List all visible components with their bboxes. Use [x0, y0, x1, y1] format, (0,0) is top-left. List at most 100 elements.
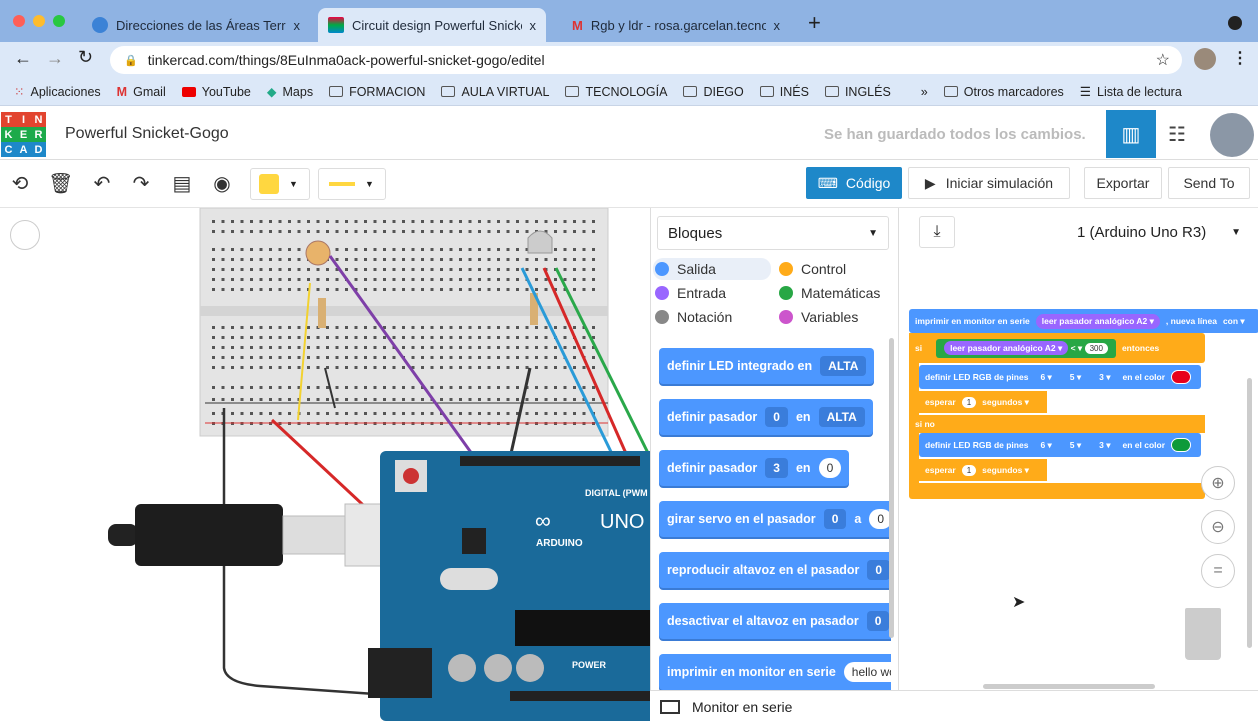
- menu-icon[interactable]: ⋮: [1232, 48, 1248, 68]
- folder-icon: [759, 86, 774, 97]
- trash-icon[interactable]: [1185, 608, 1221, 660]
- reset-zoom-button[interactable]: =: [1201, 554, 1235, 588]
- code-workspace[interactable]: ⤓ 1 (Arduino Uno R3) ▼ imprimir en monito…: [898, 208, 1258, 696]
- close-tab-icon[interactable]: x: [294, 18, 301, 33]
- category-control[interactable]: Control: [779, 261, 846, 277]
- close-tab-icon[interactable]: x: [530, 18, 537, 33]
- rotate-icon[interactable]: ⟲: [8, 172, 32, 196]
- notes-icon[interactable]: ▤: [170, 172, 194, 196]
- editor-toolbar: ⟲ 🗑 ↶ ↷ ▤ ◉ ▼ ▼ ⌨ Código ▶ Iniciar simulac…: [0, 160, 1258, 208]
- photoresistor[interactable]: [305, 240, 331, 266]
- code-block-set-rgb[interactable]: definir LED RGB de pines 6 ▾ 5 ▾ 3 ▾ en el c…: [919, 365, 1201, 389]
- block-set-pin[interactable]: definir pasador 0 en ALTA: [659, 399, 873, 435]
- components-list-button[interactable]: ☷: [1168, 122, 1186, 147]
- bookmark-tecnologia[interactable]: TECNOLOGÍA: [565, 85, 667, 99]
- zoom-in-button[interactable]: ⊕: [1201, 466, 1235, 500]
- delete-icon[interactable]: 🗑: [48, 172, 73, 196]
- reload-icon[interactable]: ↻: [78, 47, 93, 68]
- url-field[interactable]: 🔒 tinkercad.com/things/8EuInma0ack-powerf…: [110, 46, 1182, 74]
- forward-icon[interactable]: →: [46, 48, 64, 69]
- circuit-canvas[interactable]: ∞ UNO ARDUINO DIGITAL (PWM POWER: [0, 208, 650, 722]
- folder-icon: [329, 86, 344, 97]
- code-block-serial-print[interactable]: imprimir en monitor en serie leer pasador…: [909, 309, 1258, 333]
- category-salida[interactable]: Salida: [655, 261, 716, 277]
- minimize-window-button[interactable]: [33, 15, 45, 27]
- lock-icon: 🔒: [124, 54, 138, 67]
- folder-icon: [943, 86, 958, 97]
- block-serial-print[interactable]: imprimir en monitor en seriehello world: [659, 654, 891, 690]
- category-matematicas[interactable]: Matemáticas: [779, 285, 880, 301]
- apps-grid-icon: ⁙: [14, 85, 25, 99]
- block-rotate-servo[interactable]: girar servo en el pasador 0 a 0: [659, 501, 891, 537]
- code-horizontal-scrollbar[interactable]: [983, 684, 1155, 689]
- undo-icon[interactable]: ↶: [90, 172, 114, 196]
- globe-icon: [92, 17, 108, 33]
- block-mode-select[interactable]: Bloques ▼: [657, 216, 889, 250]
- start-simulation-button[interactable]: ▶ Iniciar simulación: [908, 167, 1070, 199]
- mouse-cursor: ➤: [1012, 594, 1026, 611]
- tinkercad-logo[interactable]: TIN KER CAD: [1, 112, 46, 157]
- design-title[interactable]: Powerful Snicket-Gogo: [65, 125, 229, 143]
- block-set-pin-value[interactable]: definir pasador 3 en 0: [659, 450, 850, 486]
- code-vertical-scrollbar[interactable]: [1247, 378, 1252, 648]
- table-icon: ☷: [1168, 124, 1186, 146]
- tab-direcciones[interactable]: Direcciones de las Áreas Territ x: [82, 8, 310, 42]
- color-red-swatch[interactable]: [1171, 370, 1192, 384]
- bookmark-aula-virtual[interactable]: AULA VIRTUAL: [441, 85, 549, 99]
- category-variables[interactable]: Variables: [779, 309, 858, 325]
- block-stop-speaker[interactable]: desactivar el altavoz en pasador 0: [659, 603, 891, 639]
- arduino-uno[interactable]: ∞ UNO ARDUINO DIGITAL (PWM POWER: [368, 451, 650, 721]
- bookmark-maps[interactable]: ◆ Maps: [267, 84, 313, 100]
- bookmark-ingles[interactable]: INGLÉS: [824, 85, 891, 99]
- category-entrada[interactable]: Entrada: [655, 285, 726, 301]
- bookmark-formacion[interactable]: FORMACION: [329, 85, 425, 99]
- bookmark-otros[interactable]: Otros marcadores: [943, 85, 1064, 99]
- bookmark-apps[interactable]: ⁙ Aplicaciones: [14, 84, 101, 100]
- code-button[interactable]: ⌨ Código: [806, 167, 902, 199]
- block-play-speaker[interactable]: reproducir altavoz en el pasador 0: [659, 552, 891, 588]
- compare-block[interactable]: leer pasador analógico A2 ▾ < ▾ 300: [936, 338, 1116, 358]
- color-green-swatch[interactable]: [1171, 438, 1192, 452]
- bookmark-ines[interactable]: INÉS: [759, 85, 809, 99]
- read-analog-block[interactable]: leer pasador analógico A2 ▾: [1035, 313, 1160, 329]
- device-select[interactable]: 1 (Arduino Uno R3) ▼: [1065, 216, 1253, 248]
- redo-icon[interactable]: ↷: [129, 172, 153, 196]
- bookmark-youtube[interactable]: YouTube: [181, 85, 251, 99]
- user-avatar[interactable]: [1210, 113, 1254, 157]
- tab-circuit-design[interactable]: Circuit design Powerful Snicke x: [318, 8, 546, 42]
- code-block-set-rgb[interactable]: definir LED RGB de pines 6 ▾ 5 ▾ 3 ▾ en el c…: [919, 433, 1201, 457]
- chevron-down-icon: ▼: [289, 179, 298, 189]
- close-tab-icon[interactable]: x: [774, 18, 781, 33]
- maximize-window-button[interactable]: [53, 15, 65, 27]
- eye-icon[interactable]: ◉: [210, 172, 234, 196]
- tab-search-icon[interactable]: [1228, 16, 1242, 30]
- back-icon[interactable]: ←: [14, 48, 32, 69]
- palette-scrollbar[interactable]: [889, 338, 894, 638]
- bookmark-diego[interactable]: DIEGO: [683, 85, 744, 99]
- category-notacion[interactable]: Notación: [655, 309, 732, 325]
- circuit-view-button[interactable]: ▥: [1106, 110, 1156, 158]
- star-icon[interactable]: ☆: [1156, 50, 1170, 70]
- color-picker[interactable]: ▼: [250, 168, 310, 200]
- serial-monitor-bar[interactable]: Monitor en serie: [650, 690, 1258, 722]
- zoom-out-button[interactable]: ⊖: [1201, 510, 1235, 544]
- download-code-button[interactable]: ⤓: [919, 216, 955, 248]
- send-to-button[interactable]: Send To: [1168, 167, 1250, 199]
- bookmark-gmail[interactable]: M Gmail: [117, 85, 166, 99]
- tab-gmail[interactable]: M Rgb y ldr - rosa.garcelan.tecno x: [562, 8, 790, 42]
- reading-list[interactable]: ☰ Lista de lectura: [1080, 84, 1182, 100]
- arduino-brand-label: ARDUINO: [536, 538, 583, 549]
- close-window-button[interactable]: [13, 15, 25, 27]
- code-block-wait[interactable]: esperar 1 segundos ▾: [919, 391, 1047, 413]
- resistor[interactable]: [318, 298, 326, 328]
- digital-pins-label: DIGITAL (PWM: [585, 488, 648, 498]
- export-button[interactable]: Exportar: [1084, 167, 1162, 199]
- code-block-wait[interactable]: esperar 1 segundos ▾: [919, 459, 1047, 481]
- rgb-led[interactable]: [527, 230, 553, 254]
- more-bookmarks-button[interactable]: »: [921, 85, 928, 99]
- block-set-builtin-led[interactable]: definir LED integrado en ALTA: [659, 348, 875, 384]
- wire-type-picker[interactable]: ▼: [318, 168, 386, 200]
- color-swatch: [259, 174, 279, 194]
- new-tab-button[interactable]: +: [808, 10, 821, 36]
- profile-avatar[interactable]: [1194, 48, 1216, 70]
